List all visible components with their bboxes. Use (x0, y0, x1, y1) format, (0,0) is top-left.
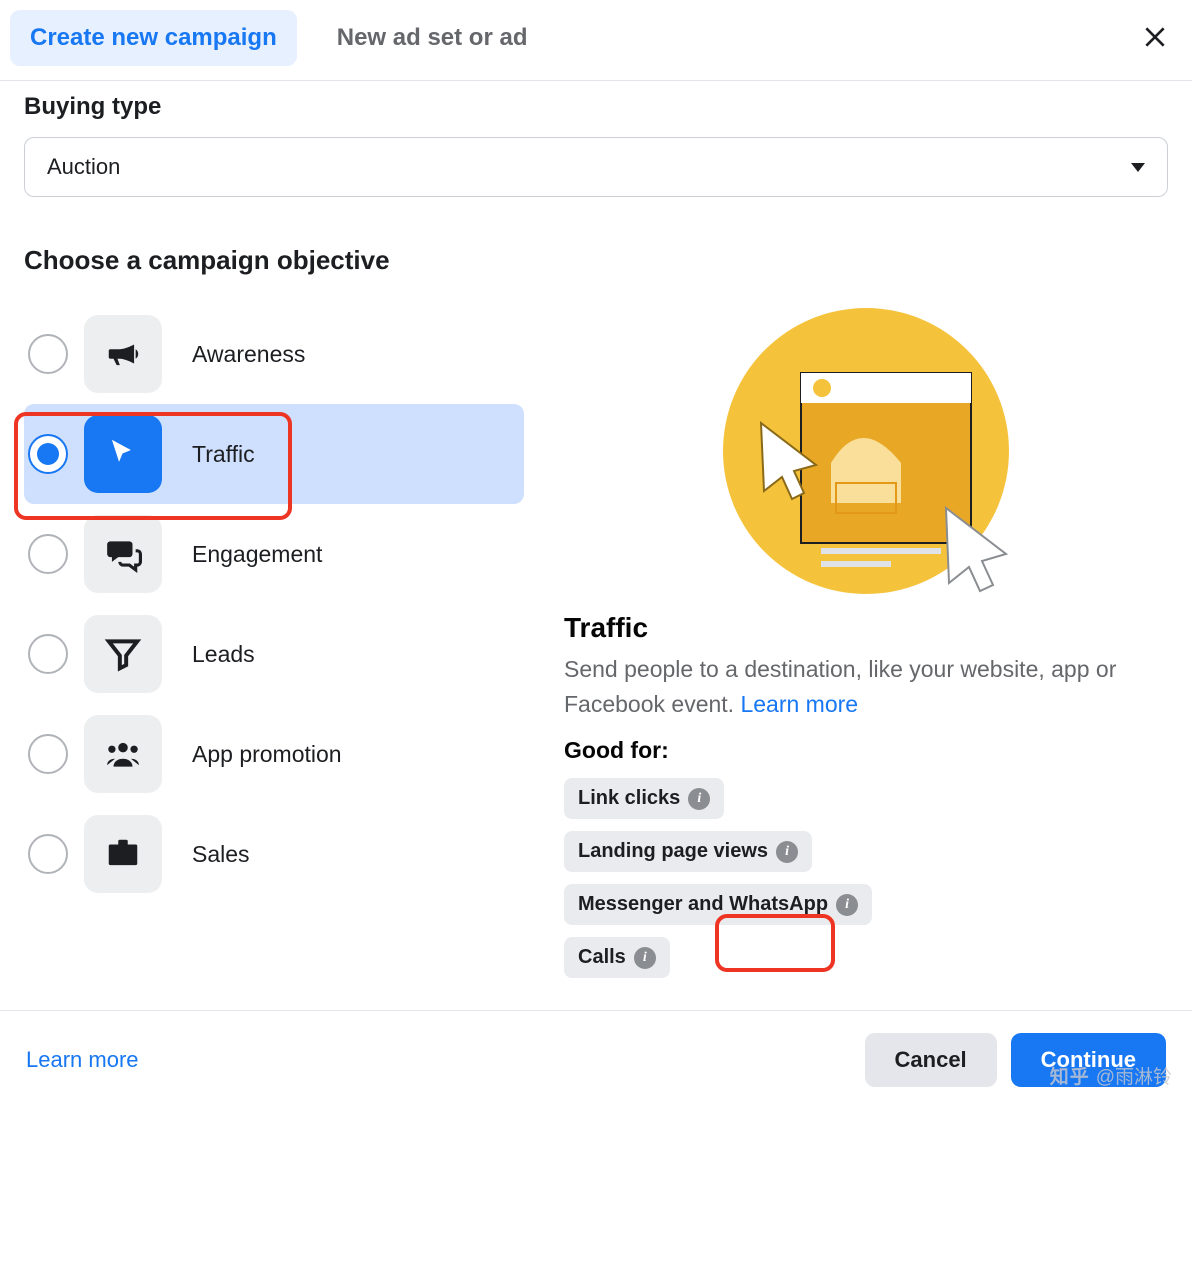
cursor-icon (84, 415, 162, 493)
buying-type-label: Buying type (24, 93, 1168, 121)
objective-label: Sales (192, 841, 250, 868)
close-icon[interactable] (1142, 24, 1168, 57)
objective-label: App promotion (192, 741, 342, 768)
objective-traffic[interactable]: Traffic (24, 404, 524, 504)
buying-type-value: Auction (47, 154, 120, 180)
modal-header: Create new campaign New ad set or ad (0, 0, 1192, 81)
objective-label: Leads (192, 641, 255, 668)
radio-traffic[interactable] (28, 434, 68, 474)
radio-awareness[interactable] (28, 334, 68, 374)
objective-awareness[interactable]: Awareness (24, 304, 524, 404)
objective-label: Awareness (192, 341, 305, 368)
objective-detail: Traffic Send people to a destination, li… (564, 304, 1168, 990)
info-icon[interactable]: i (634, 947, 656, 969)
chip-landing-page-views: Landing page viewsi (564, 831, 812, 872)
objective-app-promotion[interactable]: App promotion (24, 704, 524, 804)
info-icon[interactable]: i (836, 894, 858, 916)
chip-calls: Callsi (564, 937, 670, 978)
objective-list: Awareness Traffic Engagement (24, 304, 524, 990)
detail-title: Traffic (564, 612, 1168, 644)
info-icon[interactable]: i (776, 841, 798, 863)
objective-label: Traffic (192, 441, 255, 468)
objective-label: Engagement (192, 541, 322, 568)
chevron-down-icon (1131, 163, 1145, 172)
chip-messenger-whatsapp: Messenger and WhatsAppi (564, 884, 872, 925)
objective-heading: Choose a campaign objective (24, 245, 1168, 276)
traffic-illustration (716, 308, 1016, 598)
tab-create-campaign[interactable]: Create new campaign (10, 10, 297, 66)
briefcase-icon (84, 815, 162, 893)
cancel-button[interactable]: Cancel (865, 1033, 997, 1087)
good-for-label: Good for: (564, 737, 1168, 764)
objective-leads[interactable]: Leads (24, 604, 524, 704)
group-icon (84, 715, 162, 793)
modal-footer: Learn more Cancel Continue (0, 1010, 1192, 1109)
info-icon[interactable]: i (688, 788, 710, 810)
continue-button[interactable]: Continue (1011, 1033, 1166, 1087)
footer-learn-more-link[interactable]: Learn more (26, 1047, 139, 1073)
radio-sales[interactable] (28, 834, 68, 874)
detail-description: Send people to a destination, like your … (564, 652, 1168, 721)
learn-more-link[interactable]: Learn more (740, 691, 858, 717)
radio-app-promotion[interactable] (28, 734, 68, 774)
funnel-icon (84, 615, 162, 693)
tab-new-adset[interactable]: New ad set or ad (317, 10, 548, 66)
chip-link-clicks: Link clicksi (564, 778, 724, 819)
buying-type-select[interactable]: Auction (24, 137, 1168, 197)
chat-icon (84, 515, 162, 593)
megaphone-icon (84, 315, 162, 393)
objective-engagement[interactable]: Engagement (24, 504, 524, 604)
radio-leads[interactable] (28, 634, 68, 674)
radio-engagement[interactable] (28, 534, 68, 574)
objective-sales[interactable]: Sales (24, 804, 524, 904)
